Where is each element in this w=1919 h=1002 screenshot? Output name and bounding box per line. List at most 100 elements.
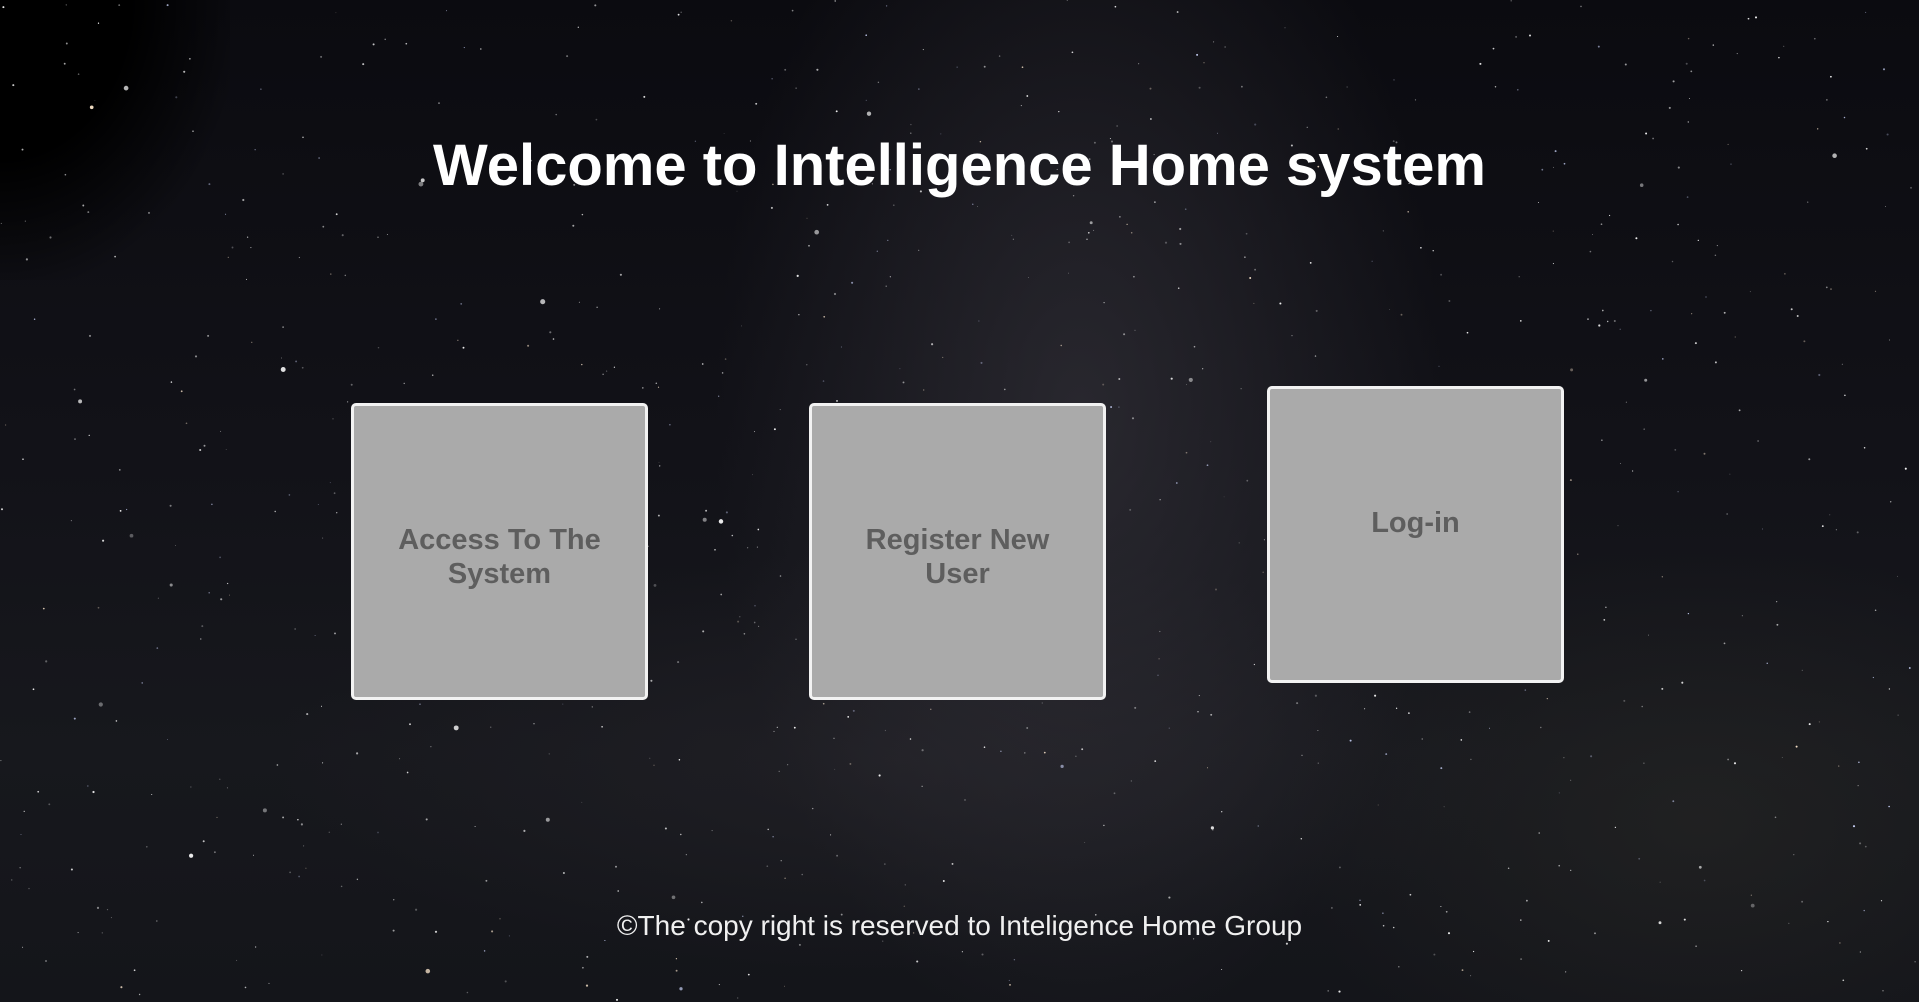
star	[741, 325, 742, 327]
star	[70, 868, 73, 871]
star	[403, 382, 405, 385]
star	[772, 836, 774, 838]
star	[1518, 276, 1520, 278]
star	[1857, 785, 1859, 787]
star	[289, 871, 291, 874]
login-button[interactable]: Log-in	[1267, 386, 1564, 683]
star	[231, 246, 234, 249]
star	[942, 880, 945, 882]
star	[356, 752, 359, 755]
star	[822, 380, 825, 382]
star	[1177, 287, 1180, 289]
star	[942, 356, 944, 358]
star	[787, 764, 789, 766]
star	[1741, 615, 1743, 617]
star	[2, 6, 5, 9]
star	[419, 703, 421, 705]
star	[956, 66, 958, 68]
star	[119, 509, 122, 512]
star	[1821, 525, 1824, 527]
star	[225, 213, 227, 215]
star	[582, 966, 584, 969]
star	[254, 946, 257, 948]
star	[1087, 231, 1090, 234]
star	[671, 895, 676, 900]
star	[1060, 764, 1064, 769]
star	[1749, 291, 1751, 293]
star	[1896, 575, 1898, 577]
star	[1613, 319, 1616, 323]
star	[1241, 85, 1243, 88]
star	[773, 428, 776, 431]
star	[1688, 98, 1690, 100]
star	[1874, 290, 1877, 292]
star	[1202, 368, 1204, 370]
copyright-footer: ©The copy right is reserved to Inteligen…	[616, 910, 1303, 941]
star	[1784, 273, 1786, 275]
star	[998, 55, 1001, 57]
star	[1118, 406, 1120, 408]
star	[213, 851, 216, 854]
star	[876, 250, 878, 252]
star	[852, 709, 855, 712]
star	[711, 830, 713, 832]
star	[1158, 657, 1160, 660]
star	[1801, 669, 1803, 672]
star	[566, 55, 569, 58]
star	[1570, 779, 1572, 781]
star	[1159, 630, 1161, 633]
star	[1206, 767, 1209, 769]
star	[1859, 842, 1862, 845]
star	[1346, 86, 1348, 88]
star	[1830, 75, 1832, 78]
star	[334, 632, 336, 635]
star	[405, 42, 408, 45]
star	[1164, 241, 1168, 244]
star	[1774, 816, 1777, 819]
access-system-button[interactable]: Access To The System	[351, 403, 648, 700]
star	[1643, 762, 1645, 764]
star	[1196, 53, 1199, 56]
star	[840, 346, 842, 348]
star	[779, 409, 781, 411]
star	[836, 854, 839, 857]
star	[793, 726, 796, 729]
star	[659, 308, 661, 310]
star	[685, 854, 687, 856]
star	[25, 258, 28, 261]
star	[650, 679, 653, 682]
star	[1314, 694, 1317, 697]
star	[930, 708, 932, 710]
star	[73, 388, 76, 391]
star	[601, 725, 603, 728]
star	[78, 399, 83, 404]
star	[549, 331, 552, 334]
star	[49, 236, 52, 239]
star	[129, 533, 134, 538]
star	[767, 828, 769, 831]
star	[1888, 688, 1891, 690]
star	[834, 0, 836, 2]
star	[1841, 363, 1843, 365]
star	[884, 729, 886, 732]
star	[1882, 68, 1886, 71]
star	[833, 292, 837, 296]
star	[1238, 542, 1240, 544]
star	[1565, 971, 1567, 973]
star	[251, 341, 253, 343]
star	[219, 778, 221, 780]
star	[1590, 755, 1593, 758]
star	[435, 318, 437, 320]
star	[1126, 223, 1128, 226]
star	[1385, 753, 1388, 756]
star	[320, 705, 323, 707]
star	[1619, 462, 1622, 465]
star	[1598, 324, 1601, 327]
star	[978, 320, 980, 322]
star	[980, 361, 983, 364]
register-new-user-button[interactable]: Register New User	[809, 403, 1106, 700]
star	[1687, 612, 1690, 615]
star	[1223, 496, 1225, 498]
star	[679, 987, 683, 991]
star	[1210, 441, 1212, 443]
